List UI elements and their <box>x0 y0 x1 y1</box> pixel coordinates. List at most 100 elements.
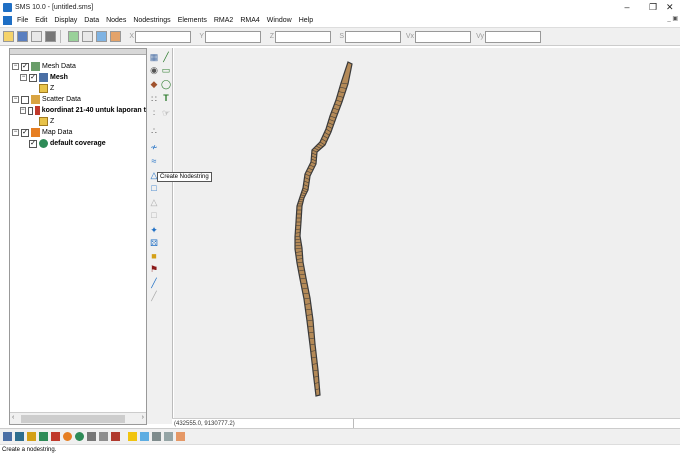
node-path-icon[interactable]: ∴ <box>149 126 159 136</box>
create-node-icon[interactable]: ∷ <box>149 94 159 104</box>
tool-palette: ▦ ╱ ◉ ▭ ◆ ◯ ∷ T ∶ ☞ ∴ ≁ ≈ △ □ △ □ ✦ ⚄ ■ … <box>147 48 173 424</box>
contour-icon[interactable]: ■ <box>149 251 159 261</box>
measure-icon[interactable] <box>110 31 121 42</box>
tree-item-mesh[interactable]: − ✓ Mesh <box>12 72 146 83</box>
collapse-icon[interactable]: − <box>20 107 26 114</box>
vertex-icon[interactable]: ╱ <box>149 291 159 301</box>
scatter-z-label: Z <box>50 118 55 125</box>
scatter-data-label: Scatter Data <box>42 96 81 103</box>
checkbox-checked[interactable]: ✓ <box>29 139 37 148</box>
zoom-icon[interactable] <box>82 31 93 42</box>
tree-item-coverage[interactable]: ✓ default coverage <box>12 138 146 149</box>
menu-file[interactable]: File <box>17 17 28 24</box>
tree-item-scatter-data[interactable]: − Scatter Data <box>12 94 146 105</box>
merge-icon[interactable]: ✦ <box>149 225 159 235</box>
select-node-icon[interactable]: ◉ <box>149 65 159 75</box>
scatter-module-icon[interactable] <box>27 432 36 441</box>
y-field[interactable] <box>205 30 261 43</box>
explorer-hscrollbar[interactable]: ‹ › <box>10 412 146 424</box>
print-icon[interactable] <box>31 31 42 42</box>
tree-item-scatter-set[interactable]: − koordinat 21-40 untuk laporan t <box>12 105 146 116</box>
tree-item-mesh-data[interactable]: − ✓ Mesh Data <box>12 61 146 72</box>
select-nodes-icon[interactable]: ∶ <box>149 108 159 118</box>
checkbox-checked[interactable]: ✓ <box>21 128 29 137</box>
graphics-window[interactable] <box>174 48 680 418</box>
text-icon[interactable]: T <box>161 93 171 103</box>
paint-icon[interactable]: ◆ <box>149 79 159 89</box>
info-icon[interactable] <box>128 432 137 441</box>
river-module-icon[interactable] <box>87 432 96 441</box>
new-icon[interactable] <box>3 31 14 42</box>
map-module-icon[interactable] <box>51 432 60 441</box>
restore-button[interactable]: ❐ <box>640 0 666 14</box>
gis-module-icon[interactable] <box>111 432 120 441</box>
z-field[interactable] <box>275 30 331 43</box>
s-field[interactable] <box>345 30 401 43</box>
menu-data[interactable]: Data <box>84 17 99 24</box>
menu-edit[interactable]: Edit <box>35 17 47 24</box>
menu-rma4[interactable]: RMA4 <box>240 17 259 24</box>
x-field[interactable] <box>135 30 191 43</box>
split-icon[interactable]: ⚄ <box>149 238 159 248</box>
create-nodestring-icon[interactable]: ≁ <box>149 142 159 152</box>
menu-display[interactable]: Display <box>54 17 77 24</box>
menu-window[interactable]: Window <box>267 17 292 24</box>
collapse-icon[interactable]: − <box>20 74 27 81</box>
particle-module-icon[interactable] <box>63 432 72 441</box>
checkbox-checked[interactable]: ✓ <box>21 62 29 71</box>
menu-rma2[interactable]: RMA2 <box>214 17 233 24</box>
quad-icon[interactable]: □ <box>149 183 159 193</box>
menu-nodestrings[interactable]: Nodestrings <box>133 17 170 24</box>
minimize-button[interactable]: – <box>614 0 640 14</box>
layers-icon[interactable] <box>140 432 149 441</box>
options-icon[interactable] <box>152 432 161 441</box>
rectangle-icon[interactable]: ▭ <box>161 65 171 75</box>
menu-nodes[interactable]: Nodes <box>106 17 126 24</box>
checkbox-unchecked[interactable] <box>27 106 33 115</box>
globe-module-icon[interactable] <box>75 432 84 441</box>
document-icon[interactable] <box>3 16 12 25</box>
frame-icon[interactable] <box>68 31 79 42</box>
mesh-module-icon[interactable] <box>3 432 12 441</box>
s-label: S <box>339 33 344 40</box>
tree-item-map-data[interactable]: − ✓ Map Data <box>12 127 146 138</box>
refresh-icon[interactable] <box>96 31 107 42</box>
settings-icon[interactable] <box>176 432 185 441</box>
feature-icon[interactable]: ⚑ <box>149 264 159 274</box>
save-icon[interactable] <box>17 31 28 42</box>
vy-field[interactable] <box>485 30 541 43</box>
delete-icon[interactable] <box>45 31 56 42</box>
map-data-label: Map Data <box>42 129 73 136</box>
scroll-right-icon[interactable]: › <box>142 414 144 421</box>
checkbox-unchecked[interactable] <box>21 95 29 104</box>
tree-item-scatter-z[interactable]: Z <box>12 116 146 127</box>
select-quad-icon[interactable]: □ <box>149 210 159 220</box>
z-dataset-icon <box>39 84 48 93</box>
tree-item-mesh-z[interactable]: Z <box>12 83 146 94</box>
project-explorer: − ✓ Mesh Data − ✓ Mesh Z − Scatter Data … <box>9 48 147 425</box>
menu-elements[interactable]: Elements <box>178 17 207 24</box>
menu-help[interactable]: Help <box>299 17 313 24</box>
select-element-icon[interactable]: ≈ <box>149 156 159 166</box>
cursor-coordinates: (432555.0, 9130777.2) <box>174 418 354 429</box>
select-mesh-icon[interactable]: ▦ <box>149 52 159 62</box>
mdi-controls[interactable]: _ ▣ <box>667 15 678 22</box>
scroll-left-icon[interactable]: ‹ <box>12 414 14 421</box>
scroll-thumb[interactable] <box>21 415 125 423</box>
ellipse-icon[interactable]: ◯ <box>161 79 171 89</box>
grid-module-icon[interactable] <box>15 432 24 441</box>
cross-section-icon[interactable] <box>99 432 108 441</box>
select-triangle-icon[interactable]: △ <box>149 197 159 207</box>
collapse-icon[interactable]: − <box>12 96 19 103</box>
line-icon[interactable]: ╱ <box>161 52 171 62</box>
close-button[interactable]: ✕ <box>666 0 680 14</box>
collapse-icon[interactable]: − <box>12 129 19 136</box>
checkbox-checked[interactable]: ✓ <box>29 73 37 82</box>
vx-field[interactable] <box>415 30 471 43</box>
raster-module-icon[interactable] <box>39 432 48 441</box>
collapse-icon[interactable]: − <box>12 63 19 70</box>
module-toolbar <box>0 428 680 444</box>
plot-icon[interactable] <box>164 432 173 441</box>
hand-icon[interactable]: ☞ <box>161 108 171 118</box>
arc-icon[interactable]: ╱ <box>149 278 159 288</box>
